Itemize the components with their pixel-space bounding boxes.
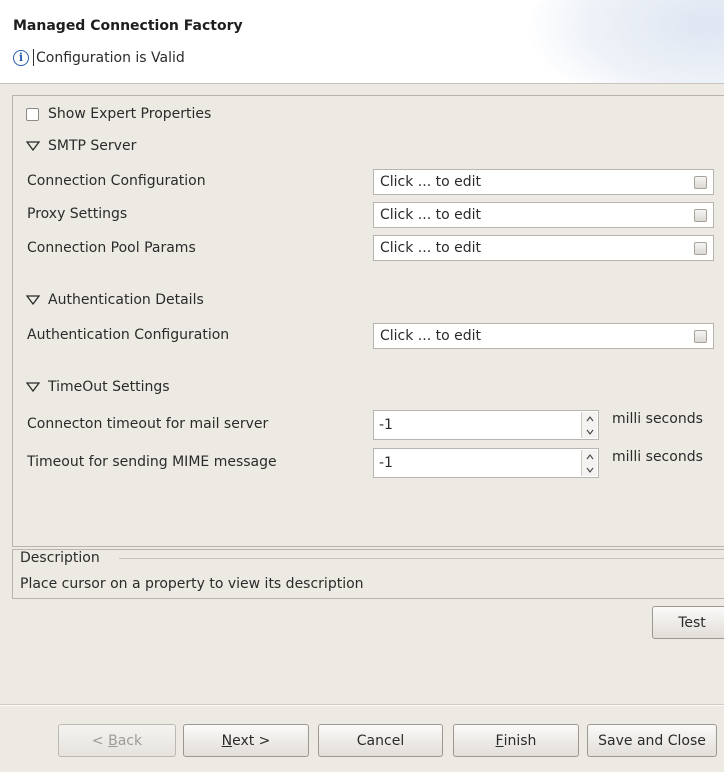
edit-ellipsis-button[interactable] (694, 242, 707, 255)
authentication-configuration-field[interactable]: Click ... to edit (373, 323, 714, 349)
section-timeout-header[interactable]: TimeOut Settings (26, 379, 170, 395)
prop-label-connection-configuration: Connection Configuration (27, 173, 206, 189)
spin-up-icon[interactable] (582, 450, 597, 463)
unit-label: milli seconds (612, 449, 703, 465)
section-smtp-header[interactable]: SMTP Server (26, 138, 136, 154)
button-bar-separator-highlight (0, 705, 724, 706)
next-mnemonic: N (221, 732, 233, 749)
section-timeout-title: TimeOut Settings (48, 379, 170, 395)
test-button[interactable]: Test (652, 606, 724, 639)
section-auth-title: Authentication Details (48, 292, 204, 308)
expanded-triangle-icon[interactable] (26, 295, 40, 305)
back-rest: ack (117, 732, 143, 749)
edit-ellipsis-button[interactable] (694, 330, 707, 343)
timeout-spinner[interactable] (581, 450, 597, 476)
field-value: Click ... to edit (380, 240, 481, 256)
back-button[interactable]: < Back (58, 724, 176, 757)
field-value: -1 (379, 417, 393, 433)
spin-up-icon[interactable] (582, 412, 597, 425)
finish-button[interactable]: Finish (453, 724, 579, 757)
status-cursor (33, 49, 34, 66)
section-auth-header[interactable]: Authentication Details (26, 292, 204, 308)
wizard-header: Managed Connection Factory i Configurati… (0, 0, 724, 84)
connection-timeout-input[interactable]: -1 (373, 410, 599, 440)
save-and-close-button[interactable]: Save and Close (587, 724, 717, 757)
status-text: Configuration is Valid (36, 49, 185, 66)
show-expert-checkbox[interactable] (26, 107, 39, 121)
validation-status: i Configuration is Valid (13, 49, 185, 66)
unit-label: milli seconds (612, 411, 703, 427)
mime-timeout-input[interactable]: -1 (373, 448, 599, 478)
description-heading: Description (20, 550, 100, 566)
prop-label-proxy-settings: Proxy Settings (27, 206, 128, 222)
finish-rest: inish (503, 732, 537, 749)
prop-label-authentication-configuration: Authentication Configuration (27, 327, 230, 343)
page-title: Managed Connection Factory (13, 18, 243, 34)
back-mnemonic: B (108, 732, 118, 749)
field-value: Click ... to edit (380, 174, 481, 190)
spin-down-icon[interactable] (582, 463, 597, 476)
description-text: Place cursor on a property to view its d… (20, 576, 364, 592)
proxy-settings-field[interactable]: Click ... to edit (373, 202, 714, 228)
edit-ellipsis-button[interactable] (694, 209, 707, 222)
prop-label-mime-timeout: Timeout for sending MIME message (27, 454, 277, 470)
next-rest: ext > (232, 732, 271, 749)
expanded-triangle-icon[interactable] (26, 382, 40, 392)
show-expert-row[interactable]: Show Expert Properties (26, 106, 211, 122)
field-value: Click ... to edit (380, 207, 481, 223)
timeout-spinner[interactable] (581, 412, 597, 438)
back-prefix: < (91, 732, 109, 749)
connection-pool-params-field[interactable]: Click ... to edit (373, 235, 714, 261)
properties-panel: Show Expert Properties SMTP Server Conne… (12, 95, 724, 547)
field-value: -1 (379, 455, 393, 471)
spin-down-icon[interactable] (582, 425, 597, 438)
info-icon: i (13, 49, 29, 66)
expanded-triangle-icon[interactable] (26, 141, 40, 151)
next-button[interactable]: Next > (183, 724, 309, 757)
section-smtp-title: SMTP Server (48, 138, 137, 154)
show-expert-label[interactable]: Show Expert Properties (48, 106, 211, 122)
prop-label-connection-timeout: Connecton timeout for mail server (27, 416, 269, 432)
finish-mnemonic: F (495, 732, 504, 749)
header-banner-graphic (524, 0, 724, 83)
connection-configuration-field[interactable]: Click ... to edit (373, 169, 714, 195)
description-panel: Description Place cursor on a property t… (12, 549, 724, 599)
prop-label-connection-pool-params: Connection Pool Params (27, 240, 196, 256)
field-value: Click ... to edit (380, 328, 481, 344)
description-divider (119, 558, 724, 559)
cancel-button[interactable]: Cancel (318, 724, 443, 757)
edit-ellipsis-button[interactable] (694, 176, 707, 189)
